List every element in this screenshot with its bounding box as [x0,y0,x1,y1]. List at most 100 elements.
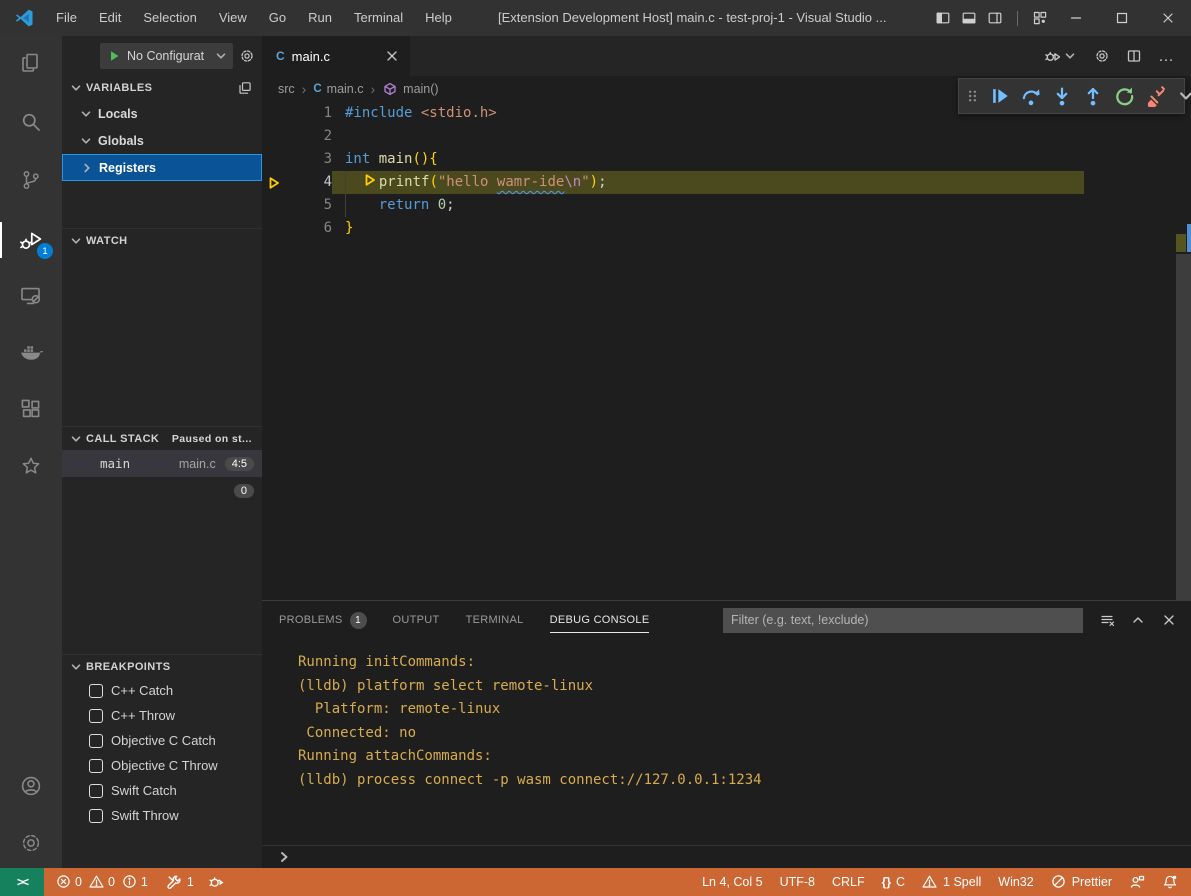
close-tab-icon[interactable] [384,48,400,64]
eol-status[interactable]: CRLF [832,875,865,889]
problems-status[interactable]: 0 0 1 [56,874,152,890]
breakpoint-margin[interactable] [262,102,286,125]
breakpoint-margin[interactable] [262,194,286,217]
encoding-status[interactable]: UTF-8 [780,875,815,889]
language-mode-status[interactable]: {̇}C [882,875,905,889]
breakpoint-objective-c-throw[interactable]: Objective C Throw [62,753,262,778]
platform-status[interactable]: Win32 [998,875,1033,889]
debug-console-input[interactable] [262,845,1191,868]
debug-console-output[interactable]: Running initCommands:(lldb) platform sel… [262,639,1191,792]
step-over-icon[interactable] [1020,85,1042,107]
toggle-panel-icon[interactable] [956,0,982,36]
cursor-position-status[interactable]: Ln 4, Col 5 [702,875,762,889]
continue-icon[interactable] [989,85,1011,107]
step-into-icon[interactable] [1051,85,1073,107]
disconnect-icon[interactable] [1144,85,1166,107]
editor-scrollbar[interactable] [1176,254,1191,626]
console-filter-input[interactable] [723,608,1083,633]
maximize-panel-icon[interactable] [1130,612,1146,628]
minimize-button[interactable] [1053,0,1099,36]
variables-item-registers[interactable]: Registers [62,154,262,181]
breadcrumb-symbol[interactable]: main() [382,81,438,97]
breakpoint-c-catch[interactable]: C++ Catch [62,678,262,703]
step-out-icon[interactable] [1082,85,1104,107]
start-debug-icon[interactable] [106,48,122,64]
activity-star-icon[interactable] [0,442,62,490]
tab-main-c[interactable]: C main.c [262,36,410,76]
breakpoint-checkbox[interactable] [89,734,103,748]
debug-status[interactable] [208,874,224,890]
panel-tab-problems[interactable]: PROBLEMS1 [279,601,367,639]
dropdown-icon[interactable] [1175,85,1191,107]
activity-accounts-icon[interactable] [0,762,62,810]
feedback-status[interactable] [1129,874,1145,890]
activity-explorer-icon[interactable] [0,38,62,86]
spell-status-status[interactable]: 1 Spell [922,874,981,890]
maximize-button[interactable] [1099,0,1145,36]
menu-go[interactable]: Go [258,0,297,36]
toggle-sidebar-icon[interactable] [930,0,956,36]
activity-remote-explorer-icon[interactable] [0,272,62,320]
editor-gutter[interactable]: 1 [262,102,332,125]
panel-tab-output[interactable]: OUTPUT [393,601,440,639]
restart-icon[interactable] [1113,85,1135,107]
editor-gutter[interactable]: 2 [262,125,332,148]
activity-search-icon[interactable] [0,98,62,146]
debug-run-menu-button[interactable] [1044,48,1078,64]
collapse-all-icon[interactable] [237,80,262,96]
breakpoint-checkbox[interactable] [89,759,103,773]
editor-gutter[interactable]: 5 [262,194,332,217]
breakpoint-objective-c-catch[interactable]: Objective C Catch [62,728,262,753]
breadcrumb-file[interactable]: C main.c [313,82,363,96]
breakpoint-margin[interactable] [262,148,286,171]
menu-terminal[interactable]: Terminal [343,0,414,36]
panel-tab-terminal[interactable]: TERMINAL [466,601,524,639]
menu-file[interactable]: File [45,0,88,36]
breakpoint-margin[interactable] [262,217,286,240]
menu-help[interactable]: Help [414,0,463,36]
settings-gear-icon[interactable] [1094,48,1110,64]
debug-config-dropdown[interactable]: No Configurat [100,43,233,69]
variables-item-globals[interactable]: Globals [62,127,262,154]
breadcrumb-src[interactable]: src [278,82,295,96]
activity-extensions-icon[interactable] [0,385,62,433]
breakpoint-checkbox[interactable] [89,809,103,823]
activity-docker-icon[interactable] [0,328,62,376]
close-panel-icon[interactable] [1161,612,1177,628]
activity-run-and-debug-icon[interactable]: 1 [0,216,62,264]
breakpoint-margin[interactable] [262,125,286,148]
breakpoint-checkbox[interactable] [89,709,103,723]
thread-row[interactable]: 0 [62,477,262,504]
toggle-secondary-sidebar-icon[interactable] [982,0,1008,36]
notifications-status[interactable] [1162,874,1178,890]
menu-view[interactable]: View [208,0,258,36]
breakpoint-swift-throw[interactable]: Swift Throw [62,803,262,828]
tools-status[interactable]: 1 [166,874,194,890]
split-editor-icon[interactable] [1126,48,1142,64]
activity-source-control-icon[interactable] [0,156,62,204]
breakpoint-checkbox[interactable] [89,784,103,798]
remote-indicator[interactable]: >< [0,868,44,896]
more-actions-icon[interactable]: … [1158,49,1175,64]
breakpoint-swift-catch[interactable]: Swift Catch [62,778,262,803]
stack-frame-row[interactable]: main main.c 4:5 [62,450,262,477]
watch-header[interactable]: WATCH [62,228,262,252]
breakpoint-c-throw[interactable]: C++ Throw [62,703,262,728]
variables-item-locals[interactable]: Locals [62,100,262,127]
menu-edit[interactable]: Edit [88,0,132,36]
prettier-status[interactable]: Prettier [1051,874,1112,890]
call-stack-header[interactable]: CALL STACK Paused on st... [62,426,262,450]
panel-tab-debug-console[interactable]: DEBUG CONSOLE [550,601,650,639]
editor-gutter[interactable]: 6 [262,217,332,240]
breakpoints-header[interactable]: BREAKPOINTS [62,654,262,678]
menu-run[interactable]: Run [297,0,343,36]
breakpoint-checkbox[interactable] [89,684,103,698]
customize-layout-icon[interactable] [1027,0,1053,36]
code-editor[interactable]: 1#include <stdio.h>23int main(){4 printf… [262,102,1191,240]
menu-selection[interactable]: Selection [132,0,207,36]
activity-settings-icon[interactable] [0,819,62,867]
editor-gutter[interactable]: 4 [262,171,332,194]
clear-console-icon[interactable] [1099,612,1115,628]
variables-header[interactable]: VARIABLES [62,76,262,100]
open-launch-config-icon[interactable] [236,48,258,64]
